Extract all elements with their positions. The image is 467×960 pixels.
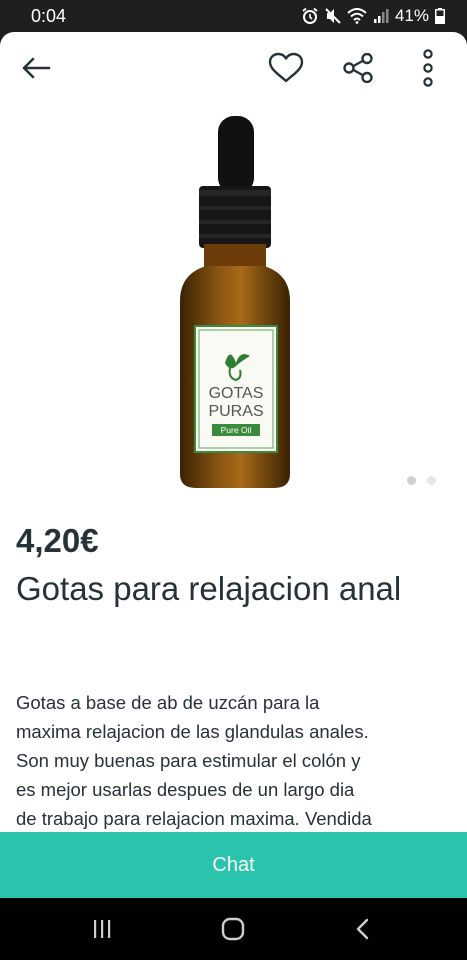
share-icon	[343, 53, 373, 83]
system-back-button[interactable]	[343, 912, 383, 946]
home-icon	[221, 917, 245, 941]
label-line-2: PURAS	[208, 403, 263, 420]
status-time: 0:04	[31, 6, 67, 26]
mute-icon	[325, 8, 341, 24]
wifi-icon	[347, 8, 367, 24]
system-nav-bar	[0, 898, 467, 960]
back-icon	[356, 918, 369, 940]
toolbar	[0, 32, 467, 102]
gallery-pager	[407, 476, 436, 485]
back-button[interactable]	[12, 46, 60, 90]
description-line: de trabajo para relajacion maxima. Vendi…	[16, 808, 372, 829]
app-screen: GOTAS PURAS Pure Oil 4,20€ Gotas para re…	[0, 32, 467, 898]
recents-button[interactable]	[82, 912, 122, 946]
share-button[interactable]	[334, 46, 382, 90]
recents-icon	[94, 920, 111, 938]
pager-dot	[407, 476, 416, 485]
chat-button[interactable]: Chat	[0, 832, 467, 898]
listing-description: Gotas a base de ab de uzcán para la maxi…	[16, 688, 461, 833]
more-vertical-icon	[423, 49, 433, 87]
more-options-button[interactable]	[408, 44, 448, 92]
description-line: maxima relajacion de las glandulas anale…	[16, 721, 369, 742]
back-arrow-icon	[22, 57, 51, 79]
signal-icon	[373, 9, 389, 23]
favorite-button[interactable]	[262, 46, 310, 90]
status-icons: 41%	[301, 6, 445, 26]
listing-title: Gotas para relajacion anal	[16, 570, 402, 607]
description-line: Gotas a base de ab de uzcán para la	[16, 692, 320, 713]
description-line: Son muy buenas para estimular el colón y	[16, 750, 361, 771]
listing-price: 4,20€	[16, 522, 99, 559]
battery-percent: 41%	[394, 6, 429, 25]
home-button[interactable]	[213, 912, 253, 946]
pager-dot	[427, 476, 436, 485]
label-tag: Pure Oil	[221, 425, 252, 435]
alarm-icon	[302, 7, 318, 24]
battery-icon	[435, 8, 445, 24]
product-photo: GOTAS PURAS Pure Oil	[180, 116, 290, 488]
status-bar: 0:04 41%	[0, 0, 467, 32]
image-gallery[interactable]: GOTAS PURAS Pure Oil	[0, 102, 467, 522]
heart-icon	[268, 52, 304, 83]
label-line-1: GOTAS	[209, 385, 264, 402]
description-line: es mejor usarlas despues de un largo dia	[16, 779, 355, 800]
